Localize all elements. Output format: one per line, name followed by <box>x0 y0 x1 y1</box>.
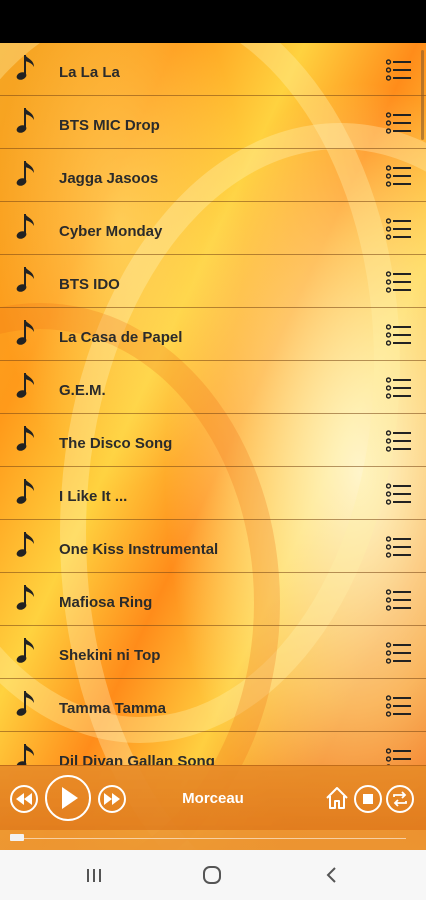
list-item[interactable]: Mafiosa Ring <box>0 573 426 626</box>
rewind-button[interactable] <box>10 785 38 813</box>
list-menu-icon[interactable] <box>385 483 412 505</box>
list-item[interactable]: La Casa de Papel <box>0 308 426 361</box>
list-item[interactable]: Jagga Jasoos <box>0 149 426 202</box>
song-title: Shekini ni Top <box>59 647 161 664</box>
recents-button[interactable] <box>82 863 106 887</box>
list-item[interactable]: One Kiss Instrumental <box>0 520 426 573</box>
list-item[interactable]: BTS IDO <box>0 255 426 308</box>
list-menu-icon[interactable] <box>385 165 412 187</box>
list-item[interactable]: Dil Diyan Gallan Song <box>0 732 426 765</box>
play-button[interactable] <box>45 775 91 821</box>
list-item[interactable]: BTS MIC Drop <box>0 96 426 149</box>
list-menu-icon[interactable] <box>385 748 412 765</box>
home-nav-button[interactable] <box>200 863 224 887</box>
back-icon <box>326 867 336 883</box>
list-menu-icon[interactable] <box>385 324 412 346</box>
rewind-icon <box>16 793 32 805</box>
song-title: The Disco Song <box>59 435 173 452</box>
list-item[interactable]: G.E.M. <box>0 361 426 414</box>
song-title: La La La <box>59 64 120 81</box>
music-note-icon <box>16 477 38 507</box>
song-title: Tamma Tamma <box>59 700 166 717</box>
play-icon <box>62 787 78 809</box>
list-item[interactable]: Shekini ni Top <box>0 626 426 679</box>
music-note-icon <box>16 636 38 666</box>
music-note-icon <box>16 318 38 348</box>
seek-bar[interactable] <box>0 830 426 850</box>
seek-handle[interactable] <box>10 834 24 841</box>
list-menu-icon[interactable] <box>385 59 412 81</box>
music-note-icon <box>16 106 38 136</box>
repeat-icon <box>393 791 407 807</box>
home-circle-icon <box>203 866 221 884</box>
song-title: BTS MIC Drop <box>59 117 160 134</box>
music-note-icon <box>16 742 38 765</box>
music-note-icon <box>16 371 38 401</box>
seek-track <box>10 838 406 839</box>
home-icon <box>326 787 348 809</box>
fast-forward-button[interactable] <box>98 785 126 813</box>
song-title: G.E.M. <box>59 382 106 399</box>
music-note-icon <box>16 424 38 454</box>
music-note-icon <box>16 530 38 560</box>
back-button[interactable] <box>320 863 344 887</box>
song-title: Cyber Monday <box>59 223 163 240</box>
recents-icon <box>87 869 101 882</box>
home-button[interactable] <box>324 785 350 811</box>
scrollbar[interactable] <box>421 50 424 140</box>
music-note-icon <box>16 265 38 295</box>
list-item[interactable]: I Like It ... <box>0 467 426 520</box>
list-menu-icon[interactable] <box>385 377 412 399</box>
repeat-button[interactable] <box>386 785 414 813</box>
list-menu-icon[interactable] <box>385 112 412 134</box>
stop-icon <box>363 794 373 804</box>
list-item[interactable]: Tamma Tamma <box>0 679 426 732</box>
list-menu-icon[interactable] <box>385 695 412 717</box>
music-note-icon <box>16 583 38 613</box>
now-playing-label: Morceau <box>182 790 244 807</box>
list-item[interactable]: La La La <box>0 43 426 96</box>
list-item[interactable]: Cyber Monday <box>0 202 426 255</box>
song-title: BTS IDO <box>59 276 120 293</box>
fast-forward-icon <box>104 793 120 805</box>
music-note-icon <box>16 689 38 719</box>
song-title: One Kiss Instrumental <box>59 541 219 558</box>
song-title: La Casa de Papel <box>59 329 183 346</box>
status-bar <box>0 0 426 43</box>
system-nav-bar <box>0 850 426 900</box>
player-bar: Morceau <box>0 765 426 830</box>
list-menu-icon[interactable] <box>385 218 412 240</box>
music-note-icon <box>16 53 38 83</box>
song-list[interactable]: La La La BTS MIC Drop Jagga Jasoos Cyber Mo… <box>0 43 426 765</box>
song-title: Dil Diyan Gallan Song <box>59 753 215 765</box>
list-menu-icon[interactable] <box>385 589 412 611</box>
list-menu-icon[interactable] <box>385 642 412 664</box>
music-note-icon <box>16 159 38 189</box>
song-title: Mafiosa Ring <box>59 594 153 611</box>
list-item[interactable]: The Disco Song <box>0 414 426 467</box>
stop-button[interactable] <box>354 785 382 813</box>
music-note-icon <box>16 212 38 242</box>
song-title: Jagga Jasoos <box>59 170 159 187</box>
list-menu-icon[interactable] <box>385 536 412 558</box>
song-title: I Like It ... <box>59 488 128 505</box>
list-menu-icon[interactable] <box>385 271 412 293</box>
list-menu-icon[interactable] <box>385 430 412 452</box>
